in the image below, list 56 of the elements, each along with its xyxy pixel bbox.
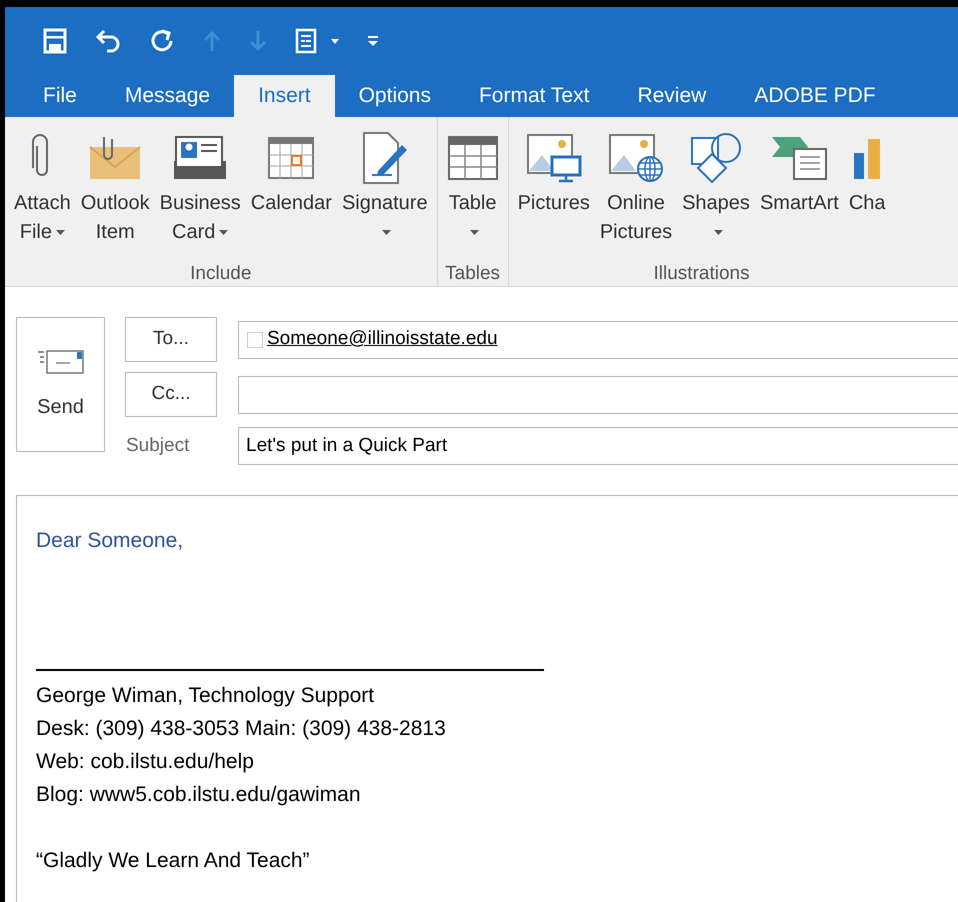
ribbon-tab[interactable]: File <box>19 75 101 117</box>
ribbon-tab[interactable]: Format Text <box>454 75 614 117</box>
to-field[interactable]: Someone@illinoisstate.edu <box>238 320 958 358</box>
dropdown-caret-icon <box>382 230 392 235</box>
greeting-text: Dear Someone, <box>36 528 184 554</box>
ribbon-button[interactable]: Business Card <box>154 127 246 247</box>
picture-monitor-icon <box>526 133 582 183</box>
ribbon-button[interactable]: Calendar <box>246 127 337 218</box>
signature-line: Web: cob.ilstu.edu/help <box>36 749 255 775</box>
redo-icon[interactable] <box>149 28 175 54</box>
dropdown-caret-icon <box>714 230 723 235</box>
subject-label: Subject <box>125 434 190 458</box>
ribbon-tab[interactable]: Insert <box>234 75 335 117</box>
group-label: Include <box>189 262 252 286</box>
ribbon-tab[interactable]: Options <box>334 75 455 117</box>
recipient-address: Someone@illinoisstate.edu <box>267 327 498 352</box>
ribbon-button[interactable]: SmartArt <box>754 127 844 218</box>
dropdown-caret-icon <box>56 230 65 235</box>
ribbon-button[interactable]: Signature <box>336 127 433 247</box>
cc-field[interactable] <box>238 376 958 414</box>
save-icon[interactable] <box>43 28 67 54</box>
ribbon-tab[interactable]: Review <box>613 75 730 117</box>
envelope-icon <box>38 348 84 374</box>
motto-text: “Gladly We Learn And Teach” <box>36 848 311 874</box>
calendar-icon <box>267 136 316 180</box>
ribbon-button[interactable]: Pictures <box>512 127 595 218</box>
ribbon-button[interactable]: Attach File <box>9 127 76 247</box>
dropdown-caret-icon <box>219 230 228 235</box>
ribbon-button[interactable]: Table <box>442 127 504 247</box>
cc-button[interactable]: Cc... <box>125 372 217 417</box>
ribbon-tab[interactable]: ADOBE PDF <box>730 75 900 117</box>
smartart-icon <box>770 135 828 181</box>
signature-line: Desk: (309) 438-3053 Main: (309) 438-2813 <box>36 716 447 742</box>
message-body[interactable]: Dear Someone, George Wiman, Technology Support Desk: (309) 438-3053 Main: (309) 438-2813 Web: cob.ilstu.edu/help Blog: www5.cob.ilstu.edu/gawiman “Gladly We Learn And Teach” <box>16 495 958 902</box>
ribbon-button[interactable]: Online Pictures <box>594 127 678 247</box>
ribbon-button[interactable]: Shapes <box>677 127 755 247</box>
dropdown-caret-icon <box>470 230 480 235</box>
picture-globe-icon <box>608 133 664 183</box>
send-button[interactable]: Send <box>16 317 105 452</box>
group-label: Tables <box>444 262 502 286</box>
to-button[interactable]: To... <box>125 317 217 362</box>
recipient-checkbox-icon <box>247 332 263 348</box>
business-card-icon <box>172 135 228 181</box>
ribbon-tab[interactable]: Message <box>100 75 234 117</box>
signature-line: George Wiman, Technology Support <box>36 683 376 709</box>
ribbon-button[interactable]: Outlook Item <box>76 127 155 247</box>
undo-icon[interactable] <box>95 29 121 53</box>
signature-line: Blog: www5.cob.ilstu.edu/gawiman <box>36 782 362 808</box>
ribbon-button[interactable]: Cha <box>844 127 891 218</box>
form-icon[interactable] <box>295 28 339 54</box>
envelope-icon <box>88 135 142 181</box>
customize-icon[interactable] <box>367 35 379 47</box>
signature-icon <box>362 131 408 185</box>
table-icon <box>446 135 499 181</box>
subject-field[interactable]: Let's put in a Quick Part <box>238 427 958 465</box>
group-label: Illustrations <box>652 262 751 286</box>
